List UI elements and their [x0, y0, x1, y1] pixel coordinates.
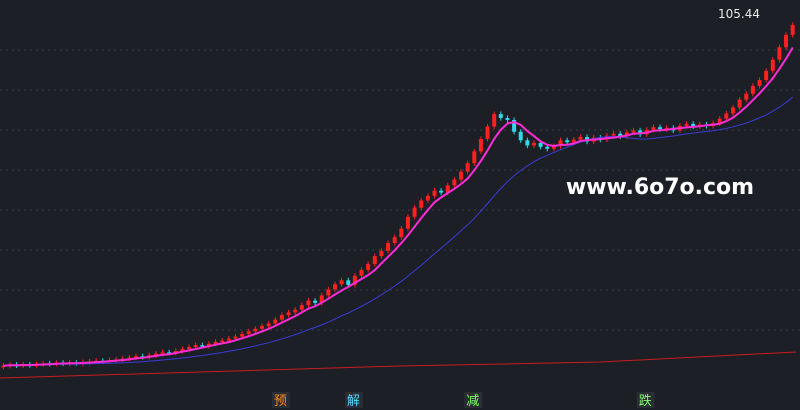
candle-body	[399, 228, 404, 238]
candle-body	[525, 140, 530, 146]
candle-body	[425, 195, 430, 201]
candle-body	[260, 326, 265, 329]
candle-body	[518, 131, 523, 141]
candle-body	[273, 319, 278, 324]
candle-body	[538, 142, 543, 147]
candle-body	[631, 130, 636, 133]
watermark-text: www.6o7o.com	[566, 175, 754, 200]
candle-body	[233, 336, 238, 339]
candle-body	[193, 345, 198, 348]
candle-body	[439, 190, 444, 193]
signal-label: 解	[347, 394, 360, 409]
lower-trend-line	[0, 351, 797, 379]
candle-body	[472, 151, 477, 164]
candle-body	[346, 280, 351, 285]
candle-body	[578, 136, 583, 140]
candle-body	[246, 331, 251, 334]
ma-line-fast	[3, 46, 794, 367]
candle-body	[744, 93, 749, 100]
signal-label: 跌	[639, 393, 652, 409]
candle-body	[764, 70, 769, 81]
chart-canvas: 105.44www.6o7o.com预解减跌涨榜	[0, 7, 800, 409]
candle-body	[379, 250, 384, 257]
candle-body	[611, 133, 616, 136]
candle-body	[571, 139, 576, 143]
candle-body	[293, 309, 298, 313]
candle-body	[326, 289, 331, 296]
candle-body	[372, 256, 377, 264]
candle-body	[485, 126, 490, 139]
candle-body	[405, 216, 410, 229]
candle-body	[432, 190, 437, 196]
signal-label: 减	[466, 394, 479, 409]
candle-body	[366, 263, 371, 270]
candle-body	[187, 347, 192, 350]
candle-body	[498, 114, 503, 118]
candle-body	[724, 113, 729, 119]
candle-body	[160, 352, 165, 354]
candle-body	[313, 300, 318, 303]
price-label: 105.44	[718, 7, 760, 21]
candle-body	[777, 47, 782, 60]
candle-body	[299, 305, 304, 310]
candle-body	[478, 138, 483, 152]
candle-body	[452, 179, 457, 186]
candle-body	[737, 99, 742, 108]
candle-body	[339, 280, 344, 285]
candle-body	[286, 312, 291, 316]
candle-body	[750, 85, 755, 94]
candle-body	[531, 142, 536, 146]
ma-line-slow	[3, 96, 794, 367]
candle-body	[545, 146, 550, 149]
candle-body	[220, 340, 225, 343]
candle-body	[419, 200, 424, 208]
candle-body	[658, 127, 663, 130]
candle-body	[565, 140, 570, 143]
candle-body	[279, 315, 284, 320]
candle-body	[459, 171, 464, 180]
candle-body	[332, 284, 337, 290]
candle-body	[392, 237, 397, 244]
candle-body	[465, 163, 470, 172]
candle-body	[651, 127, 656, 130]
candle-body	[757, 80, 762, 86]
candle-body	[240, 334, 245, 337]
signal-label: 预	[274, 394, 287, 409]
candle-body	[306, 300, 311, 306]
candle-body	[505, 118, 510, 120]
candle-body	[253, 328, 258, 332]
candle-body	[226, 338, 231, 341]
candle-body	[412, 207, 417, 217]
candle-body	[684, 123, 689, 126]
candle-body	[386, 243, 391, 251]
candle-body	[730, 107, 735, 114]
candle-body	[784, 34, 789, 48]
candle-body	[492, 114, 497, 127]
stock-chart: 105.44www.6o7o.com预解减跌涨榜	[0, 0, 800, 410]
candle-body	[790, 24, 795, 35]
candle-body	[266, 323, 271, 327]
candle-body	[770, 59, 775, 71]
candle-body	[359, 269, 364, 276]
